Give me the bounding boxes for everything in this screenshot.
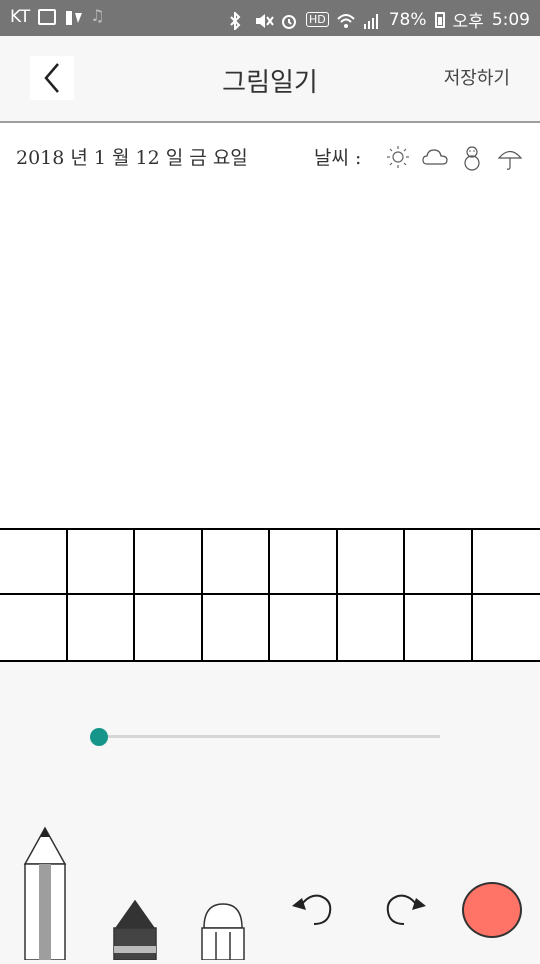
writing-grid[interactable] <box>0 528 540 662</box>
carrier-label: KT <box>10 7 30 27</box>
grid-cell[interactable] <box>135 595 203 660</box>
am-pm-label: 오후 <box>453 7 484 32</box>
battery-icon <box>435 12 445 28</box>
grid-cell[interactable] <box>473 595 540 660</box>
grid-cell[interactable] <box>203 595 271 660</box>
undo-button[interactable] <box>290 888 336 930</box>
gallery-notification-icon <box>38 9 56 25</box>
cloud-icon[interactable] <box>422 145 446 169</box>
grid-cell[interactable] <box>270 530 338 595</box>
hd-voice-badge: HD <box>306 12 329 27</box>
status-bar: KT HD 78% 오후 5:09 <box>0 0 540 36</box>
grid-cell[interactable] <box>338 595 406 660</box>
grid-cell[interactable] <box>68 530 136 595</box>
alarm-icon <box>280 12 298 28</box>
pencil-icon <box>22 826 68 960</box>
grid-cell[interactable] <box>0 595 68 660</box>
eraser-icon <box>200 902 246 960</box>
weather-label: 날씨 : <box>314 143 361 170</box>
eraser-tool[interactable] <box>200 902 246 960</box>
call-notification-icon <box>64 9 82 25</box>
battery-percent: 78% <box>389 10 427 30</box>
date-label: 2018 년 1 월 12 일 금 요일 <box>16 143 248 170</box>
status-bar-right: HD 78% 오후 5:09 <box>228 7 530 32</box>
sun-icon[interactable] <box>386 145 410 169</box>
redo-icon <box>382 888 428 930</box>
diary-header-row: 2018 년 1 월 12 일 금 요일 날씨 : <box>0 123 540 188</box>
grid-cell[interactable] <box>405 530 473 595</box>
pencil-tool[interactable] <box>22 826 68 960</box>
slider-thumb[interactable] <box>90 728 108 746</box>
umbrella-icon[interactable] <box>497 145 521 169</box>
color-picker-button[interactable] <box>462 882 522 938</box>
crayon-icon <box>112 900 158 960</box>
drawing-canvas[interactable] <box>0 188 540 528</box>
brush-size-slider[interactable] <box>90 728 440 746</box>
signal-icon <box>363 12 381 28</box>
grid-cell[interactable] <box>338 530 406 595</box>
slider-track[interactable] <box>98 735 440 738</box>
grid-cell[interactable] <box>405 595 473 660</box>
grid-cell[interactable] <box>0 530 68 595</box>
music-icon <box>90 9 104 25</box>
bluetooth-icon <box>228 12 246 28</box>
save-button[interactable]: 저장하기 <box>444 64 510 90</box>
wifi-icon <box>337 12 355 28</box>
crayon-tool[interactable] <box>112 900 158 960</box>
mute-icon <box>254 12 272 28</box>
grid-cell[interactable] <box>473 530 540 595</box>
app-bar: 그림일기 저장하기 <box>0 36 540 123</box>
grid-cell[interactable] <box>135 530 203 595</box>
grid-cell[interactable] <box>68 595 136 660</box>
status-bar-left: KT <box>10 7 104 27</box>
grid-cell[interactable] <box>203 530 271 595</box>
grid-cell[interactable] <box>270 595 338 660</box>
snowman-icon[interactable] <box>460 145 484 169</box>
undo-icon <box>290 888 336 930</box>
redo-button[interactable] <box>382 888 428 930</box>
clock: 5:09 <box>492 10 530 30</box>
